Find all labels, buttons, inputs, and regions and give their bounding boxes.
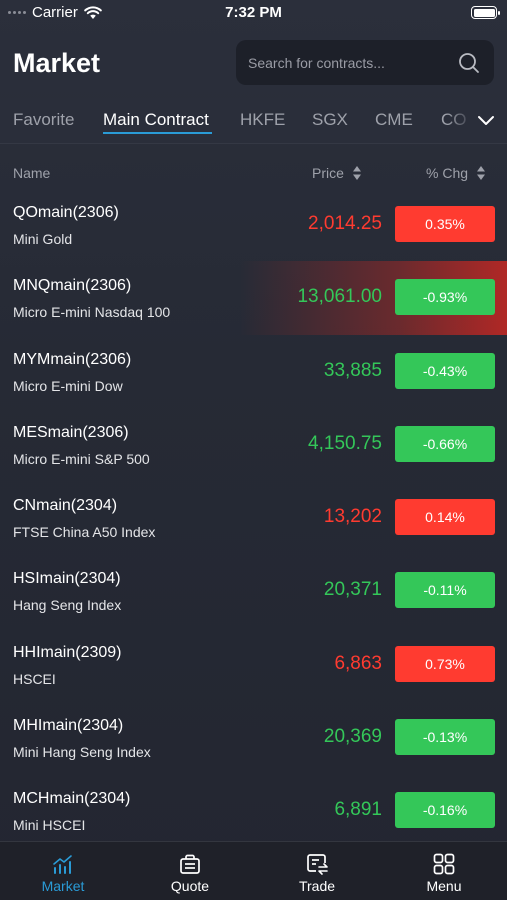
contract-price: 6,863 [334, 652, 382, 674]
page-title: Market [13, 48, 101, 78]
quote-briefcase-icon [180, 854, 200, 874]
change-badge[interactable]: -0.43% [395, 352, 495, 389]
tab-main-contract[interactable]: Main Contract [103, 110, 209, 130]
tab-bar-label: Market [41, 878, 85, 894]
table-row[interactable]: MESmain(2306) Micro E-mini S&P 500 4,150… [0, 408, 507, 481]
column-name: Name [13, 165, 51, 181]
column-price-label: Price [312, 165, 344, 181]
contract-price: 20,369 [323, 726, 382, 748]
tab-favorite[interactable]: Favorite [13, 110, 74, 130]
menu-grid-icon [433, 853, 455, 875]
table-row[interactable]: MHImain(2304) Mini Hang Seng Index 20,36… [0, 701, 507, 774]
table-row[interactable]: HHImain(2309) HSCEI 6,863 0.73% [0, 628, 507, 701]
contract-symbol: MCHmain(2304) [13, 790, 131, 808]
contract-symbol: CNmain(2304) [13, 497, 118, 515]
contract-description: Hang Seng Index [13, 597, 122, 614]
contract-symbol: QOmain(2306) [13, 204, 119, 221]
change-badge[interactable]: 0.73% [395, 645, 495, 682]
contract-symbol: HHImain(2309) [13, 643, 122, 661]
contract-description: Mini HSCEI [13, 817, 86, 834]
tab-bar-label: Quote [170, 878, 210, 894]
contract-price: 6,891 [334, 799, 382, 821]
column-price-sort[interactable]: Price [312, 165, 362, 181]
tab-hkfe[interactable]: HKFE [240, 110, 285, 130]
contract-description: HSCEI [13, 670, 56, 687]
contract-description: FTSE China A50 Index [13, 524, 156, 541]
table-row[interactable]: HSImain(2304) Hang Seng Index 20,371 -0.… [0, 554, 507, 627]
table-row[interactable]: MNQmain(2306) Micro E-mini Nasdaq 100 13… [0, 261, 507, 335]
search-icon[interactable] [458, 52, 480, 74]
contract-symbol: MESmain(2306) [13, 423, 129, 441]
active-tab-indicator [103, 132, 212, 134]
sort-icon [477, 166, 486, 180]
category-tabs: Favorite Main Contract HKFE SGX CME CO [0, 98, 507, 144]
contract-description: Mini Hang Seng Index [13, 744, 151, 761]
change-badge[interactable]: -0.11% [395, 572, 495, 609]
contract-description: Micro E-mini Dow [13, 377, 123, 394]
contract-description: Mini Gold [13, 231, 73, 247]
contract-list: QOmain(2306) Mini Gold 2,014.25 0.35% MN… [0, 188, 507, 848]
contract-symbol: MHImain(2304) [13, 717, 124, 735]
table-row[interactable]: CNmain(2304) FTSE China A50 Index 13,202… [0, 481, 507, 554]
table-row[interactable]: QOmain(2306) Mini Gold 2,014.25 0.35% [0, 188, 507, 261]
battery-icon [471, 6, 500, 19]
tab-bar-quote[interactable]: Quote [127, 842, 253, 900]
table-row[interactable]: MCHmain(2304) Mini HSCEI 6,891 -0.16% [0, 774, 507, 847]
tab-sgx[interactable]: SGX [312, 110, 348, 130]
market-screen: Carrier 7:32 PM Market Favorite Main Con… [0, 0, 507, 900]
tab-bar-label: Menu [426, 878, 462, 894]
status-bar: Carrier 7:32 PM [0, 0, 507, 28]
search-input[interactable] [248, 40, 458, 85]
change-badge[interactable]: 0.35% [395, 206, 495, 242]
tab-bar-market[interactable]: Market [0, 842, 126, 900]
sort-icon [352, 166, 361, 180]
table-row[interactable]: MYMmain(2306) Micro E-mini Dow 33,885 -0… [0, 335, 507, 408]
clock: 7:32 PM [225, 4, 282, 21]
contract-description: Micro E-mini Nasdaq 100 [13, 304, 171, 321]
tab-bar-trade[interactable]: Trade [254, 842, 380, 900]
contract-price: 4,150.75 [308, 432, 382, 454]
contract-price: 20,371 [323, 579, 382, 601]
change-badge[interactable]: 0.14% [395, 499, 495, 536]
contract-symbol: MNQmain(2306) [13, 277, 132, 295]
contract-price: 13,061.00 [297, 286, 382, 308]
chevron-down-icon[interactable] [475, 110, 497, 132]
bottom-tab-bar: Market Quote Trade Menu [0, 841, 507, 900]
contract-symbol: MYMmain(2306) [13, 350, 132, 368]
search-box[interactable] [236, 40, 494, 85]
tab-bar-menu[interactable]: Menu [381, 842, 507, 900]
contract-symbol: HSImain(2304) [13, 570, 121, 588]
tab-bar-label: Trade [298, 878, 336, 894]
change-badge[interactable]: -0.16% [395, 792, 495, 829]
tab-cme[interactable]: CME [375, 110, 413, 130]
contract-price: 13,202 [323, 506, 382, 528]
change-badge[interactable]: -0.13% [395, 719, 495, 756]
change-badge[interactable]: -0.93% [395, 279, 495, 316]
contract-price: 2,014.25 [308, 213, 382, 234]
column-chg-sort[interactable]: % Chg [426, 165, 486, 181]
contract-description: Micro E-mini S&P 500 [13, 450, 150, 467]
column-header: Name Price % Chg [0, 158, 507, 188]
header: Market [0, 36, 507, 92]
market-chart-icon [53, 855, 72, 874]
column-chg-label: % Chg [426, 165, 469, 181]
contract-price: 33,885 [323, 359, 382, 381]
change-badge[interactable]: -0.66% [395, 425, 495, 462]
trade-exchange-icon [307, 854, 328, 875]
